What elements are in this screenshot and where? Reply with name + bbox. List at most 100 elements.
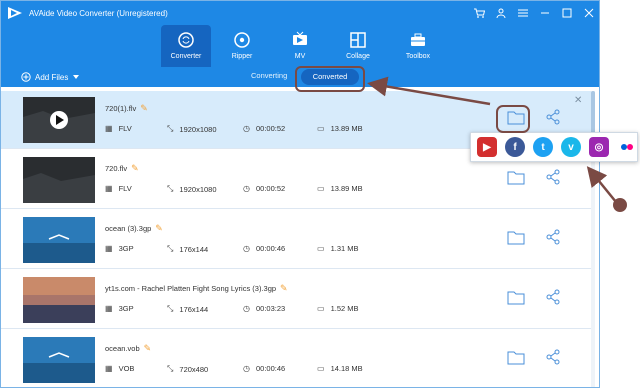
youtube-icon[interactable]: ▶ bbox=[477, 137, 497, 157]
video-thumbnail[interactable] bbox=[23, 97, 95, 143]
clock-icon: ◷ bbox=[243, 364, 250, 373]
disc-icon bbox=[234, 32, 250, 48]
toolbox-icon bbox=[411, 33, 425, 46]
clock-icon: ◷ bbox=[243, 184, 250, 193]
video-thumbnail[interactable] bbox=[23, 157, 95, 203]
annotation-highlight-converted bbox=[295, 66, 365, 92]
tab-toolbox[interactable]: Toolbox bbox=[393, 25, 443, 67]
share-icon[interactable] bbox=[545, 289, 561, 305]
file-name: ocean (3).3gp bbox=[105, 224, 152, 233]
film-icon: ▦ bbox=[105, 244, 113, 253]
folder-size-icon: ▭ bbox=[317, 184, 325, 193]
edit-icon[interactable]: ✎ bbox=[144, 343, 152, 354]
tab-ripper[interactable]: Ripper bbox=[217, 25, 267, 67]
file-size: 14.18 MB bbox=[330, 364, 363, 373]
clock-icon: ◷ bbox=[243, 124, 250, 133]
tab-label: Collage bbox=[346, 53, 370, 60]
file-name: yt1s.com - Rachel Platten Fight Song Lyr… bbox=[105, 284, 277, 293]
facebook-icon[interactable]: f bbox=[505, 137, 525, 157]
file-resolution: 1920x1080 bbox=[179, 184, 217, 194]
tab-mv[interactable]: MV bbox=[275, 25, 325, 67]
edit-icon[interactable]: ✎ bbox=[131, 163, 139, 174]
edit-icon[interactable]: ✎ bbox=[140, 103, 148, 114]
file-size: 13.89 MB bbox=[330, 124, 363, 133]
edit-icon[interactable]: ✎ bbox=[280, 283, 288, 294]
video-thumbnail[interactable] bbox=[23, 277, 95, 323]
add-files-button[interactable]: Add Files bbox=[21, 72, 80, 82]
list-item[interactable]: ocean.vob ✎ ▦ VOB ⤡ 720x480 ◷ 00:00:46 ▭ 14.… bbox=[1, 331, 591, 387]
converter-icon bbox=[178, 32, 194, 48]
tab-label: Converter bbox=[170, 53, 202, 60]
folder-icon[interactable] bbox=[507, 349, 525, 365]
twitter-icon[interactable]: t bbox=[533, 137, 553, 157]
tv-icon bbox=[293, 31, 307, 45]
chevron-down-icon[interactable] bbox=[72, 74, 80, 80]
menu-icon[interactable] bbox=[517, 7, 529, 19]
clock-icon: ◷ bbox=[243, 244, 250, 253]
file-duration: 00:00:52 bbox=[255, 184, 286, 193]
user-icon[interactable] bbox=[495, 7, 507, 19]
file-duration: 00:00:46 bbox=[255, 364, 286, 373]
share-icon[interactable] bbox=[545, 229, 561, 245]
film-icon: ▦ bbox=[105, 304, 113, 313]
file-resolution: 176x144 bbox=[179, 244, 209, 254]
resolution-icon: ⤡ bbox=[167, 184, 174, 193]
cart-icon[interactable] bbox=[473, 7, 485, 19]
minimize-icon[interactable] bbox=[539, 7, 551, 19]
resolution-icon: ⤡ bbox=[167, 364, 174, 373]
file-format: VOB bbox=[118, 364, 135, 373]
file-size: 1.52 MB bbox=[330, 304, 359, 313]
tab-label: Ripper bbox=[231, 53, 253, 60]
file-name: ocean.vob bbox=[105, 344, 140, 353]
main-nav: Converter Ripper MV Collage Toolbox bbox=[1, 25, 599, 67]
folder-size-icon: ▭ bbox=[317, 364, 325, 373]
remove-file-icon[interactable]: ✕ bbox=[574, 95, 582, 106]
file-format: 3GP bbox=[118, 244, 134, 253]
file-resolution: 176x144 bbox=[179, 304, 209, 314]
file-format: 3GP bbox=[118, 304, 134, 313]
flickr-icon[interactable] bbox=[617, 137, 637, 157]
folder-icon[interactable] bbox=[507, 289, 525, 305]
file-format: FLV bbox=[118, 184, 132, 193]
video-thumbnail[interactable] bbox=[23, 337, 95, 383]
add-files-label: Add Files bbox=[35, 72, 69, 82]
video-thumbnail[interactable] bbox=[23, 217, 95, 263]
file-duration: 00:00:52 bbox=[255, 124, 286, 133]
film-icon: ▦ bbox=[105, 124, 113, 133]
folder-icon[interactable] bbox=[507, 169, 525, 185]
film-icon: ▦ bbox=[105, 184, 113, 193]
list-item[interactable]: ocean (3).3gp ✎ ▦ 3GP ⤡ 176x144 ◷ 00:00:46 … bbox=[1, 211, 591, 269]
file-size: 13.89 MB bbox=[330, 184, 363, 193]
page-margin bbox=[600, 0, 640, 390]
folder-icon[interactable] bbox=[507, 109, 525, 125]
folder-icon[interactable] bbox=[507, 229, 525, 245]
tab-label: MV bbox=[294, 53, 306, 60]
resolution-icon: ⤡ bbox=[167, 244, 174, 253]
file-duration: 00:03:23 bbox=[255, 304, 286, 313]
tab-collage[interactable]: Collage bbox=[333, 25, 383, 67]
tab-converting[interactable]: Converting bbox=[251, 71, 287, 80]
file-name: 720(1).flv bbox=[105, 104, 137, 113]
film-icon: ▦ bbox=[105, 364, 113, 373]
app-window: AVAide Video Converter (Unregistered) Co… bbox=[0, 0, 600, 388]
maximize-icon[interactable] bbox=[561, 7, 573, 19]
folder-size-icon: ▭ bbox=[317, 304, 325, 313]
app-title: AVAide Video Converter (Unregistered) bbox=[29, 9, 168, 18]
file-format: FLV bbox=[118, 124, 132, 133]
share-icon[interactable] bbox=[545, 349, 561, 365]
collage-icon bbox=[350, 32, 366, 48]
vimeo-icon[interactable]: v bbox=[561, 137, 581, 157]
instagram-icon[interactable]: ◎ bbox=[589, 137, 609, 157]
tab-converter[interactable]: Converter bbox=[161, 25, 211, 67]
close-icon[interactable] bbox=[583, 7, 595, 19]
folder-size-icon: ▭ bbox=[317, 244, 325, 253]
resolution-icon: ⤡ bbox=[167, 124, 174, 133]
edit-icon[interactable]: ✎ bbox=[155, 223, 163, 234]
file-resolution: 1920x1080 bbox=[179, 124, 217, 134]
clock-icon: ◷ bbox=[243, 304, 250, 313]
folder-size-icon: ▭ bbox=[317, 124, 325, 133]
share-icon[interactable] bbox=[545, 109, 561, 125]
list-item[interactable]: yt1s.com - Rachel Platten Fight Song Lyr… bbox=[1, 271, 591, 329]
share-icon[interactable] bbox=[545, 169, 561, 185]
resolution-icon: ⤡ bbox=[167, 304, 174, 313]
